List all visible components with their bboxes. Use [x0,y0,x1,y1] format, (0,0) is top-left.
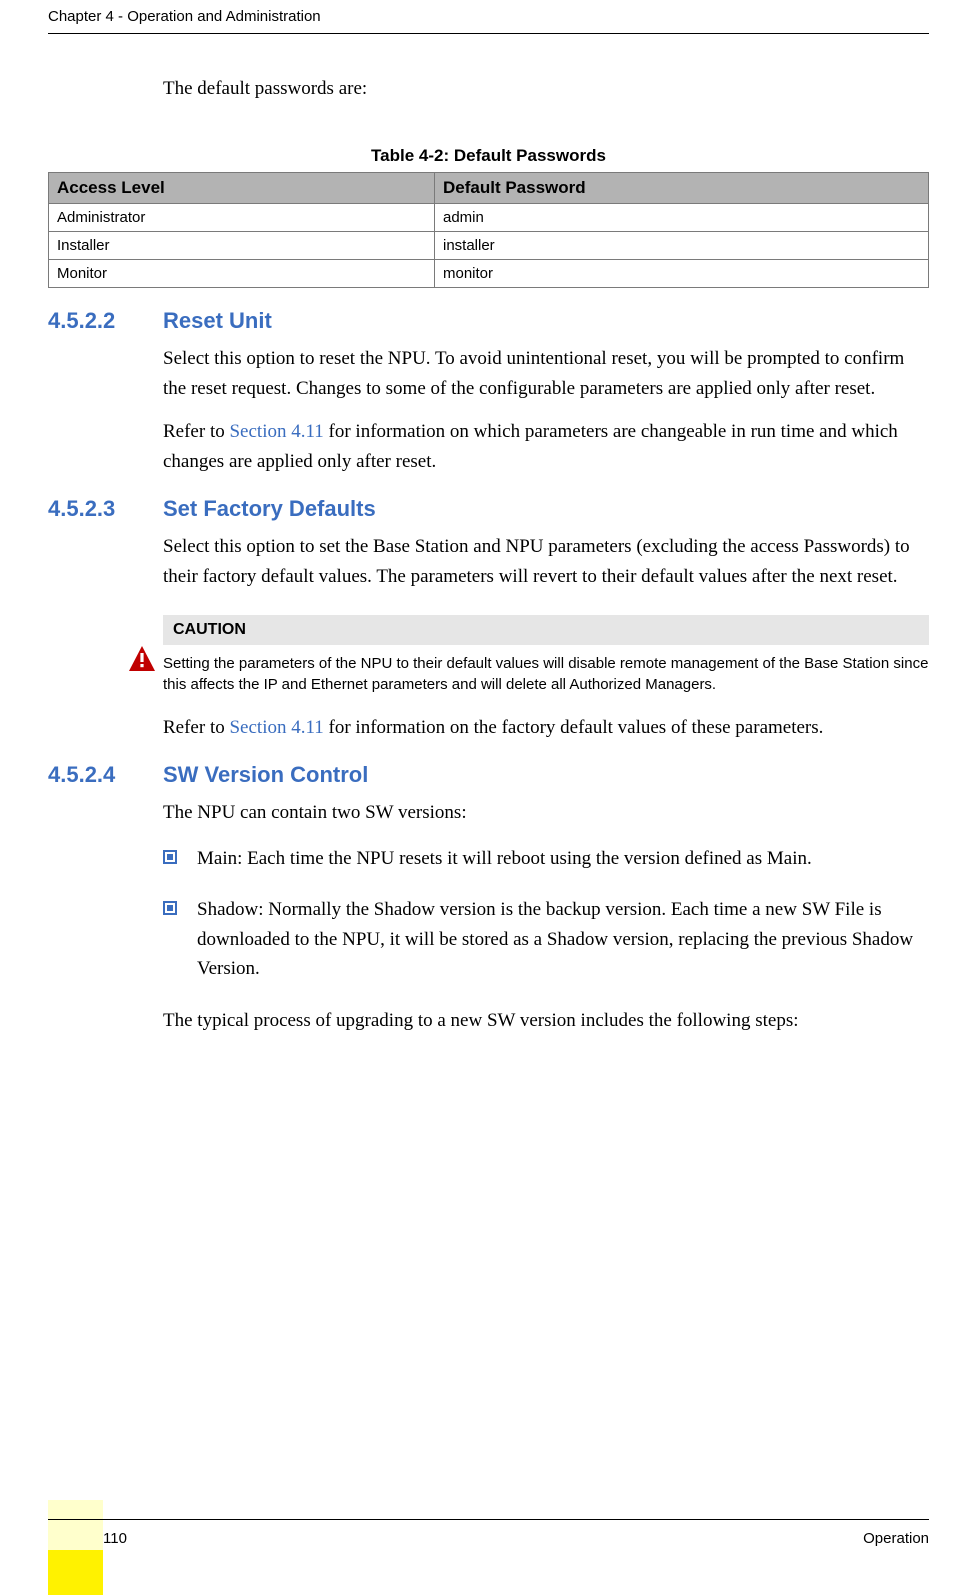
cell-level: Administrator [49,204,435,232]
cell-pw: admin [434,204,928,232]
footer-label: Operation [863,1530,929,1547]
cell-pw: monitor [434,260,928,288]
table-row: Monitor monitor [49,260,929,288]
side-tab [48,1500,103,1595]
xref-link[interactable]: Section 4.11 [229,717,323,738]
paragraph: The NPU can contain two SW versions: [163,798,929,827]
caution-title: CAUTION [163,615,929,645]
page-number: 110 [103,1530,127,1547]
running-header: Chapter 4 - Operation and Administration [48,8,929,34]
xref-link[interactable]: Section 4.11 [229,421,323,442]
section-number: 4.5.2.4 [48,762,163,788]
th-access-level: Access Level [49,173,435,204]
caution-block: CAUTION Setting the parameters of the NP… [128,615,929,695]
list-item: Main: Each time the NPU resets it will r… [163,844,929,873]
section-number: 4.5.2.2 [48,308,163,334]
section-title-sw-version-control: SW Version Control [163,762,368,788]
bullet-icon [163,850,177,864]
list-item: Shadow: Normally the Shadow version is t… [163,895,929,983]
section-number: 4.5.2.3 [48,496,163,522]
section-title-reset-unit: Reset Unit [163,308,272,334]
default-passwords-table: Access Level Default Password Administra… [48,172,929,288]
caution-icon [128,645,163,673]
table-row: Installer installer [49,232,929,260]
paragraph: Refer to Section 4.11 for information on… [163,713,929,742]
caution-text: Setting the parameters of the NPU to the… [163,645,929,695]
list-text: Main: Each time the NPU resets it will r… [197,844,812,873]
paragraph: Select this option to reset the NPU. To … [163,344,929,403]
text: Refer to [163,421,229,442]
cell-pw: installer [434,232,928,260]
th-default-password: Default Password [434,173,928,204]
list-text: Shadow: Normally the Shadow version is t… [197,895,929,983]
section-title-set-factory-defaults: Set Factory Defaults [163,496,376,522]
footer: 110 Operation [48,1519,929,1547]
paragraph: The typical process of upgrading to a ne… [163,1006,929,1035]
paragraph: Select this option to set the Base Stati… [163,532,929,591]
table-caption: Table 4-2: Default Passwords [48,146,929,166]
bullet-icon [163,901,177,915]
cell-level: Monitor [49,260,435,288]
paragraph: Refer to Section 4.11 for information on… [163,417,929,476]
cell-level: Installer [49,232,435,260]
text: for information on the factory default v… [324,717,824,738]
intro-text: The default passwords are: [163,74,929,104]
text: Refer to [163,717,229,738]
table-row: Administrator admin [49,204,929,232]
